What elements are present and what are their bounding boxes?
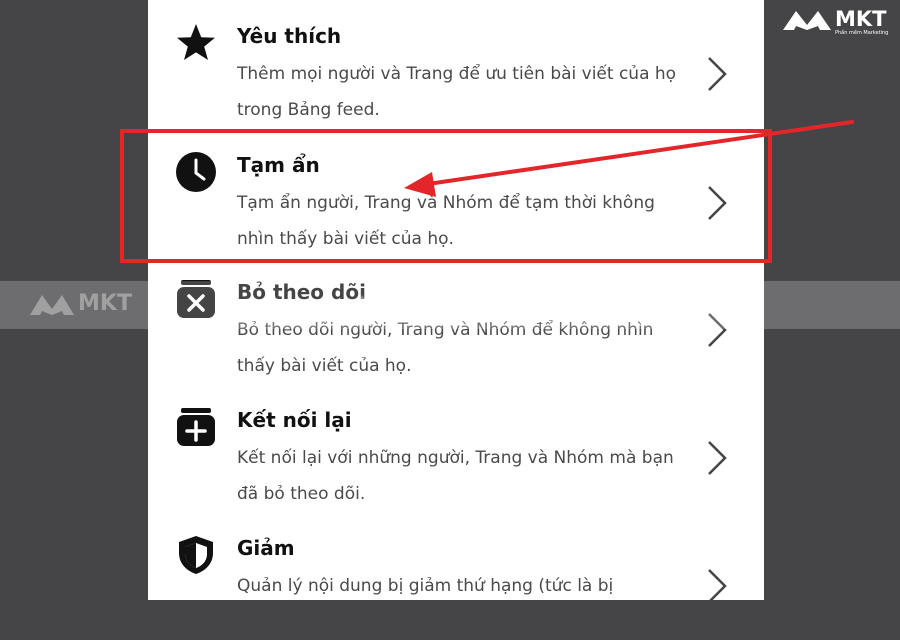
star-icon — [177, 24, 215, 60]
menu-item-description: Quản lý nội dung bị giảm thứ hạng (tức l… — [237, 576, 614, 596]
menu-item-reconnect[interactable]: Kết nối lại Kết nối lại với những người,… — [148, 384, 764, 512]
menu-item-title: Giảm — [237, 536, 295, 560]
chevron-right-icon[interactable] — [704, 566, 730, 606]
watermark-brand: MKT — [708, 290, 762, 316]
mkt-logo-icon — [350, 295, 394, 315]
watermark: MKT — [350, 288, 452, 318]
highlight-box — [120, 129, 772, 263]
menu-item-favorites[interactable]: Yêu thích Thêm mọi người và Trang để ưu … — [148, 0, 764, 128]
menu-item-title: Yêu thích — [237, 24, 342, 48]
shield-icon — [179, 536, 213, 574]
mkt-logo-icon — [30, 295, 74, 315]
mkt-logo-icon — [783, 11, 831, 30]
mkt-logo-icon — [660, 295, 704, 315]
watermark: MKT — [504, 288, 606, 318]
watermark-brand: MKT — [552, 290, 606, 316]
chevron-right-icon[interactable] — [704, 54, 730, 94]
mkt-logo: MKT Phần mềm Marketing — [783, 8, 888, 44]
watermark: MKT — [660, 288, 762, 318]
logo-tagline: Phần mềm Marketing — [835, 30, 889, 36]
menu-item-reduce[interactable]: Giảm Quản lý nội dung bị giảm thứ hạng (… — [148, 512, 764, 640]
watermark: MKT — [30, 288, 132, 318]
menu-item-description: Thêm mọi người và Trang để ưu tiên bài v… — [237, 64, 677, 120]
menu-item-title: Kết nối lại — [237, 408, 352, 432]
menu-item-description: Kết nối lại với những người, Trang và Nh… — [237, 448, 674, 504]
box-plus-icon — [177, 408, 215, 446]
mkt-logo-icon — [504, 295, 548, 315]
watermark-brand: MKT — [398, 290, 452, 316]
chevron-right-icon[interactable] — [704, 438, 730, 478]
watermark-brand: MKT — [78, 290, 132, 316]
logo-brand: MKT — [835, 7, 887, 31]
